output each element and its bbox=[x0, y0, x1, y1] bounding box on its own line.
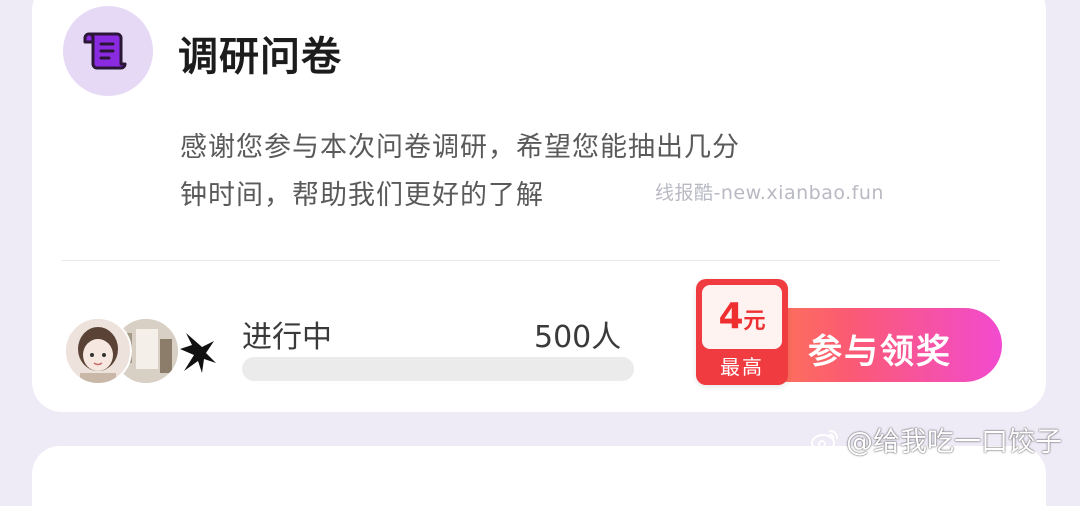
avatar bbox=[64, 317, 132, 385]
weibo-icon bbox=[811, 429, 839, 452]
reward-badge: 4 元 最高 bbox=[696, 279, 788, 385]
survey-title: 调研问卷 bbox=[178, 34, 342, 80]
participant-count: 500人 bbox=[534, 320, 622, 355]
status-label: 进行中 bbox=[242, 320, 332, 355]
reward-amount-box: 4 元 bbox=[702, 285, 782, 349]
weibo-watermark: @给我吃一口饺子 bbox=[810, 420, 1062, 459]
survey-description: 感谢您参与本次问卷调研，希望您能抽出几分钟时间，帮助我们更好的了解 bbox=[180, 132, 740, 211]
progress-bar bbox=[242, 357, 634, 381]
site-watermark: 线报酷-new.xianbao.fun bbox=[655, 182, 884, 204]
reward-unit: 元 bbox=[743, 309, 766, 334]
scroll-icon bbox=[83, 32, 127, 70]
reward-amount: 4 bbox=[718, 296, 744, 337]
participate-reward-label: 参与领奖 bbox=[808, 332, 952, 372]
survey-icon-badge bbox=[63, 6, 153, 96]
reward-caption: 最高 bbox=[720, 355, 764, 379]
divider bbox=[62, 260, 1000, 261]
weibo-handle: @给我吃一口饺子 bbox=[846, 427, 1062, 458]
